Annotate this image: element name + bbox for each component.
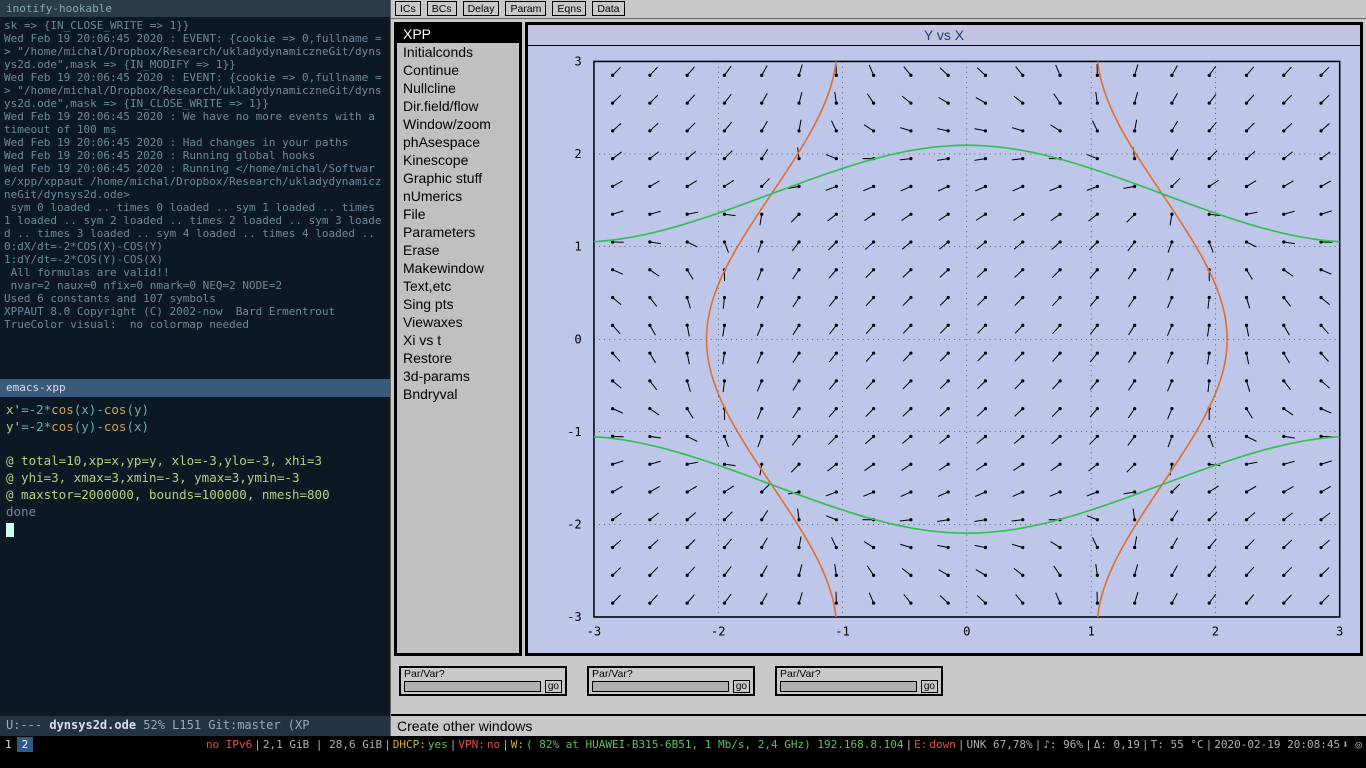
xpp-tab-bcs[interactable]: BCs: [427, 1, 457, 16]
menu-text-etc[interactable]: Text,etc: [397, 277, 519, 295]
svg-text:0: 0: [963, 624, 970, 638]
terminal-title: inotify-hookable: [0, 0, 390, 17]
svg-text:1: 1: [574, 240, 581, 254]
menu-xi-vs-t[interactable]: Xi vs t: [397, 331, 519, 349]
menu-phasespace[interactable]: phAsespace: [397, 133, 519, 151]
menu-restore[interactable]: Restore: [397, 349, 519, 367]
phase-plot[interactable]: -3 -2 -1 0 1 2 3 -3 -2 -1 0 1 2 3: [528, 46, 1360, 653]
menu-continue[interactable]: Continue: [397, 61, 519, 79]
slider-go-0[interactable]: go: [545, 680, 562, 693]
svg-text:1: 1: [1087, 624, 1094, 638]
xpp-tab-data[interactable]: Data: [592, 1, 624, 16]
xpp-message: Create other windows: [391, 714, 1366, 736]
svg-text:0: 0: [574, 332, 581, 346]
terminal-output: sk => {IN_CLOSE_WRITE => 1}} Wed Feb 19 …: [0, 17, 390, 379]
svg-text:3: 3: [1336, 624, 1343, 638]
ws-1[interactable]: 1: [0, 737, 17, 752]
xpp-tab-param[interactable]: Param: [505, 1, 546, 16]
slider-go-1[interactable]: go: [733, 680, 750, 693]
plot-title: Y vs X: [528, 25, 1360, 46]
xpp-tabbar: ICs BCs Delay Param Eqns Data: [391, 0, 1366, 19]
mem-status: 2,1 GiB | 28,6 GiB: [263, 738, 382, 751]
menu-3d-params[interactable]: 3d-params: [397, 367, 519, 385]
menu-bndryval[interactable]: Bndryval: [397, 385, 519, 403]
menu-file[interactable]: File: [397, 205, 519, 223]
svg-text:2: 2: [574, 147, 581, 161]
menu-sing-pts[interactable]: Sing pts: [397, 295, 519, 313]
slider-go-2[interactable]: go: [921, 680, 938, 693]
tray-icons[interactable]: ⬇ ◎: [1342, 738, 1362, 751]
emacs-buffer[interactable]: x'=-2*cos(x)-cos(y) y'=-2*cos(y)-cos(x) …: [0, 397, 390, 716]
status-bar: 1 2 no IPv6 | 2,1 GiB | 28,6 GiB | DHCP:…: [0, 736, 1366, 753]
svg-text:3: 3: [574, 54, 581, 68]
menu-parameters[interactable]: Parameters: [397, 223, 519, 241]
menu-xpp[interactable]: XPP: [397, 25, 519, 43]
menu-erase[interactable]: Erase: [397, 241, 519, 259]
clock: 2020-02-19 20:08:45: [1214, 738, 1340, 751]
svg-text:2: 2: [1212, 624, 1219, 638]
ipv6-status: no IPv6: [206, 738, 252, 751]
xpp-menu: XPPInitialcondsContinueNullclineDir.fiel…: [394, 22, 522, 656]
menu-viewaxes[interactable]: Viewaxes: [397, 313, 519, 331]
menu-kinescope[interactable]: Kinescope: [397, 151, 519, 169]
xpp-window: ICs BCs Delay Param Eqns Data XPPInitialconds…: [390, 0, 1366, 736]
xpp-tab-eqns[interactable]: Eqns: [552, 1, 586, 16]
workspace-switcher: 1 2: [0, 737, 33, 752]
wifi-status: ( 82% at HUAWEI-B315-6B51, 1 Mb/s, 2,4 G…: [526, 738, 904, 751]
xpp-tab-delay[interactable]: Delay: [463, 1, 500, 16]
ws-2[interactable]: 2: [17, 737, 34, 752]
svg-text:-2: -2: [567, 517, 582, 531]
slider-1[interactable]: Par/Var?go: [587, 666, 755, 696]
svg-text:-2: -2: [711, 624, 726, 638]
menu-dir-field-flow[interactable]: Dir.field/flow: [397, 97, 519, 115]
menu-window-zoom[interactable]: Window/zoom: [397, 115, 519, 133]
emacs-title: emacs-xpp: [0, 379, 390, 397]
slider-2[interactable]: Par/Var?go: [775, 666, 943, 696]
svg-text:-1: -1: [835, 624, 850, 638]
svg-text:-3: -3: [587, 624, 602, 638]
menu-numerics[interactable]: nUmerics: [397, 187, 519, 205]
xpp-tab-ics[interactable]: ICs: [395, 1, 421, 16]
menu-initialconds[interactable]: Initialconds: [397, 43, 519, 61]
svg-text:-1: -1: [567, 425, 582, 439]
slider-bar: Par/Var?go Par/Var?go Par/Var?go: [391, 659, 1366, 714]
svg-text:-3: -3: [567, 610, 582, 624]
slider-0[interactable]: Par/Var?go: [399, 666, 567, 696]
text-cursor: [6, 523, 14, 537]
menu-graphic-stuff[interactable]: Graphic stuff: [397, 169, 519, 187]
menu-nullcline[interactable]: Nullcline: [397, 79, 519, 97]
emacs-modeline: U:--- dynsys2d.ode 52% L151 Git:master (…: [0, 716, 390, 736]
menu-makewindow[interactable]: Makewindow: [397, 259, 519, 277]
